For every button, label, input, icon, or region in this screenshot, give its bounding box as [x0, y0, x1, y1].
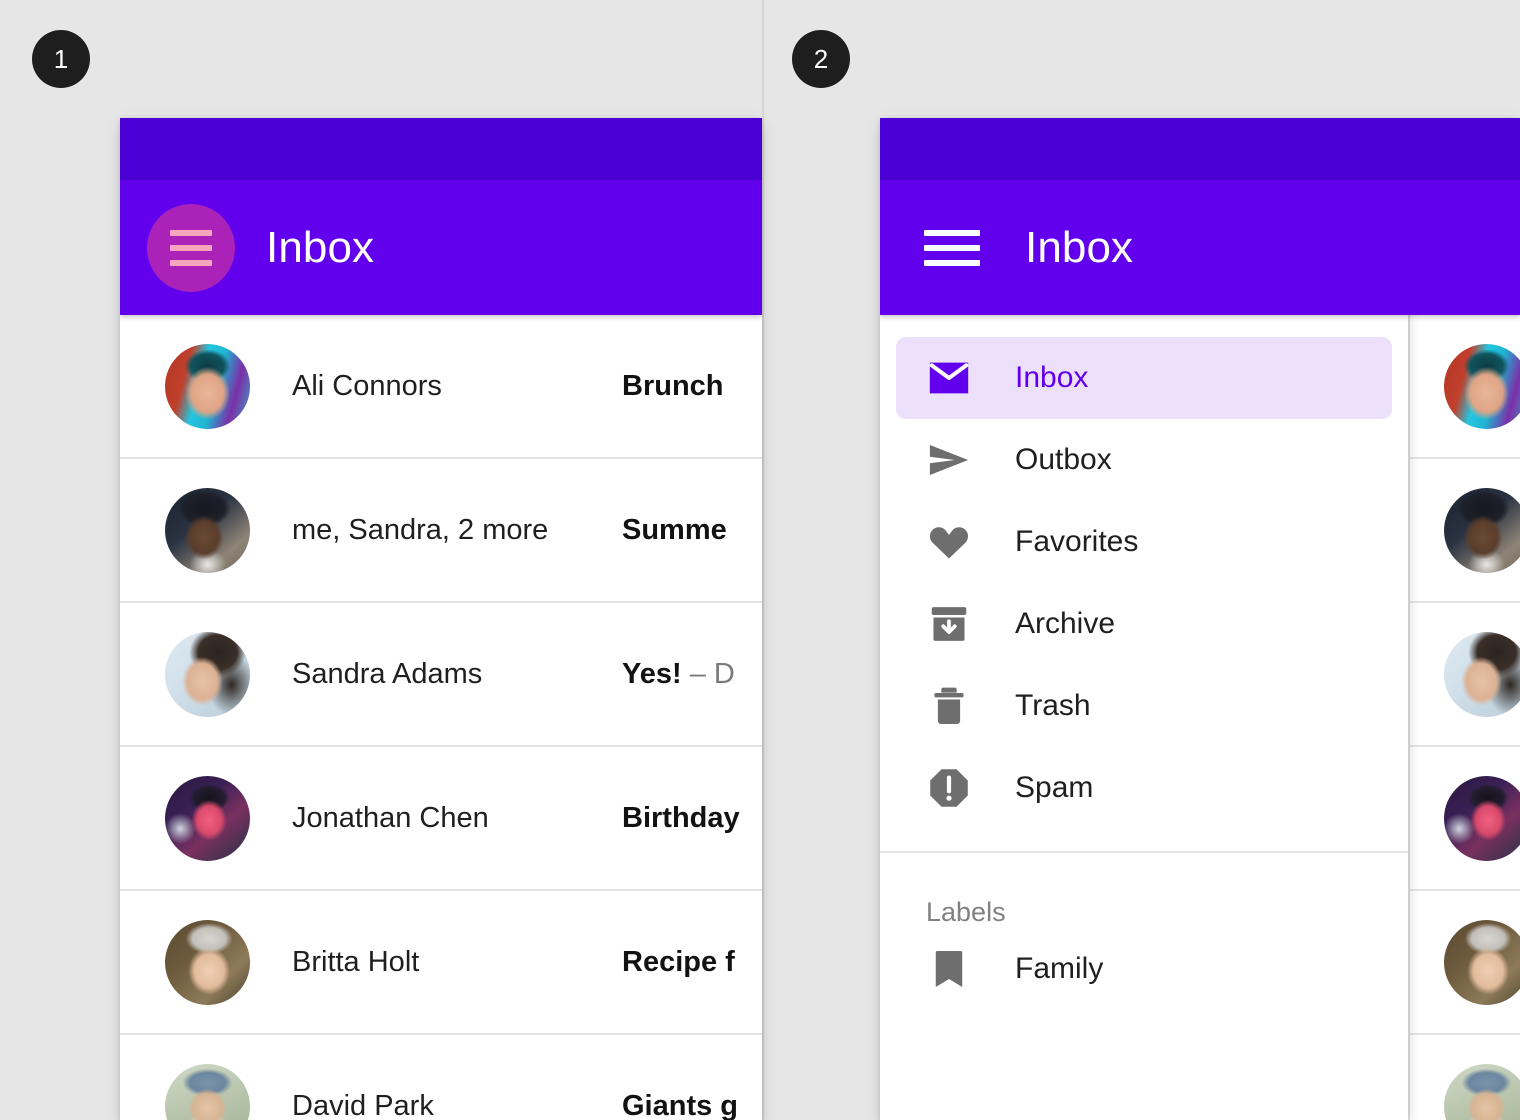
email-row[interactable] — [1410, 603, 1520, 747]
email-sender: Britta Holt — [292, 945, 420, 978]
avatar-ali-connors — [1444, 343, 1520, 429]
drawer-item-label: Favorites — [1015, 525, 1139, 558]
archive-icon — [926, 601, 972, 647]
app-bar: Inbox — [120, 180, 762, 315]
drawer-primary-items[interactable]: Inbox Outbox Favorites Archive Trash Spam — [880, 337, 1408, 829]
avatar-sandra-adams — [165, 631, 250, 717]
email-subject: Yes! – D — [622, 657, 735, 690]
drawer-item-archive[interactable]: Archive — [896, 583, 1392, 665]
drawer-item-label: Outbox — [1015, 443, 1112, 476]
drawer-item-trash[interactable]: Trash — [896, 665, 1392, 747]
menu-bar-top — [924, 229, 980, 236]
email-sender: me, Sandra, 2 more — [292, 513, 549, 546]
drawer-item-inbox[interactable]: Inbox — [896, 337, 1392, 419]
drawer-item-favorites[interactable]: Favorites — [896, 501, 1392, 583]
drawer-item-label: Trash — [1015, 689, 1091, 722]
email-list-behind-drawer[interactable] — [1408, 315, 1520, 1120]
email-sender: David Park — [292, 1089, 434, 1120]
avatar-sandra-group — [1444, 487, 1520, 573]
email-subject: Giants g — [622, 1089, 739, 1120]
drawer-item-label: Family — [1015, 952, 1104, 985]
bookmark-icon — [926, 946, 972, 992]
email-sender: Ali Connors — [292, 369, 442, 402]
menu-bar-middle — [924, 244, 980, 251]
email-subject: Brunch — [622, 369, 724, 402]
step-marker-1: 1 — [32, 30, 90, 88]
avatar-sandra-group — [165, 487, 250, 573]
screenshot-stage: 1 2 Inbox Ali Connors Brunch me, Sandra, 2… — [0, 0, 1520, 1120]
email-subject: Birthday — [622, 801, 740, 834]
trash-icon — [926, 683, 972, 729]
drawer-item-outbox[interactable]: Outbox — [896, 419, 1392, 501]
report-icon — [926, 765, 972, 811]
panel-gutter-divider — [762, 0, 764, 1120]
avatar-jonathan-chen — [1444, 775, 1520, 861]
email-sender: Sandra Adams — [292, 657, 483, 690]
email-row[interactable]: Ali Connors Brunch — [120, 315, 762, 459]
email-row[interactable]: Jonathan Chen Birthday — [120, 747, 762, 891]
heart-icon — [926, 519, 972, 565]
menu-bar-bottom — [924, 259, 980, 266]
step-marker-2: 2 — [792, 30, 850, 88]
avatar-ali-connors — [165, 343, 250, 429]
email-row[interactable] — [1410, 1035, 1520, 1120]
email-row[interactable]: Sandra Adams Yes! – D — [120, 603, 762, 747]
email-subject: Summe — [622, 513, 727, 546]
email-preview: – D — [681, 657, 735, 690]
drawer-item-family[interactable]: Family — [896, 928, 1392, 1010]
drawer-item-label: Archive — [1015, 607, 1116, 640]
drawer-item-label: Spam — [1015, 771, 1094, 804]
navigation-drawer[interactable]: Inbox Outbox Favorites Archive Trash Spam Lab… — [880, 315, 1408, 1120]
app-bar: Inbox — [880, 180, 1520, 315]
drawer-item-label: Inbox — [1015, 361, 1089, 394]
email-row[interactable] — [1410, 891, 1520, 1035]
email-row[interactable]: David Park Giants g — [120, 1035, 762, 1120]
menu-bar-middle — [170, 244, 212, 251]
email-row[interactable]: me, Sandra, 2 more Summe — [120, 459, 762, 603]
drawer-area: Inbox Outbox Favorites Archive Trash Spam Lab… — [880, 315, 1520, 1120]
email-sender: Jonathan Chen — [292, 801, 489, 834]
avatar-david-park — [1444, 1063, 1520, 1120]
drawer-section-title-labels: Labels — [926, 897, 1006, 927]
send-icon — [926, 437, 972, 483]
status-bar — [120, 118, 762, 180]
mail-icon — [926, 355, 972, 401]
menu-bar-bottom — [170, 259, 212, 266]
avatar-jonathan-chen — [165, 775, 250, 861]
avatar-david-park — [165, 1063, 250, 1120]
avatar-britta-holt — [1444, 919, 1520, 1005]
email-row[interactable]: Britta Holt Recipe f — [120, 891, 762, 1035]
email-subject: Recipe f — [622, 945, 735, 978]
page-title: Inbox — [266, 222, 375, 272]
email-list[interactable]: Ali Connors Brunch me, Sandra, 2 more Summe… — [120, 315, 762, 1120]
hamburger-menu-icon[interactable] — [147, 203, 235, 292]
panel-2-phone-frame: Inbox Inbox Outbox Favorites Archive Trash Sp… — [880, 118, 1520, 1120]
avatar-sandra-adams — [1444, 631, 1520, 717]
drawer-item-spam[interactable]: Spam — [896, 747, 1392, 829]
email-row[interactable] — [1410, 315, 1520, 459]
hamburger-menu-icon[interactable] — [924, 225, 980, 271]
email-row[interactable] — [1410, 747, 1520, 891]
email-row[interactable] — [1410, 459, 1520, 603]
drawer-label-items[interactable]: Family — [880, 928, 1408, 1010]
page-title: Inbox — [1025, 222, 1134, 272]
avatar-britta-holt — [165, 919, 250, 1005]
menu-bar-top — [170, 229, 212, 236]
panel-1-phone-frame: Inbox Ali Connors Brunch me, Sandra, 2 mor… — [120, 118, 762, 1120]
status-bar — [880, 118, 1520, 180]
